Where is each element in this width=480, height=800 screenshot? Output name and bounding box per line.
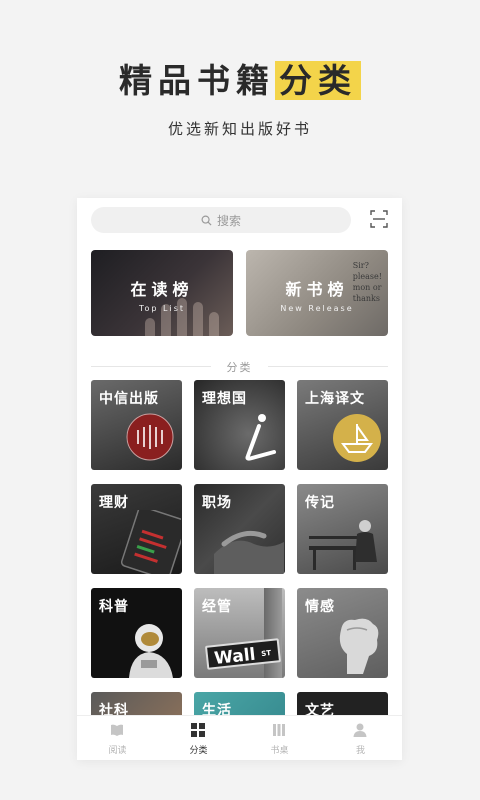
category-tile-emotion[interactable]: 情感 <box>297 588 388 678</box>
hero-subtitle: 优选新知出版好书 <box>167 120 312 138</box>
section-divider: 分类 <box>91 359 388 374</box>
tab-label: 阅读 <box>108 746 127 756</box>
citic-logo-icon <box>126 413 174 461</box>
category-tile-career[interactable]: 职场 <box>194 484 285 574</box>
bookshelf-icon <box>273 724 285 736</box>
hand-shape <box>209 312 219 336</box>
fist-icon <box>339 618 379 674</box>
hero-title: 精品书籍 分类 <box>0 54 480 102</box>
bench-figure-icon <box>309 520 377 570</box>
category-tile-yiwen[interactable]: 上海译文 <box>297 380 388 470</box>
category-label: 情感 <box>305 599 335 615</box>
banner-new-release[interactable]: Sir? please! mon or thanks 新书榜 New Relea… <box>246 250 388 336</box>
grid-icon <box>191 723 205 737</box>
stock-chart-icon <box>121 510 181 574</box>
category-label: 中信出版 <box>99 391 159 407</box>
bottom-tab-bar: 阅读 分类 书桌 我 <box>77 715 402 760</box>
search-icon <box>201 215 212 226</box>
person-icon <box>353 723 367 737</box>
search-placeholder: 搜索 <box>216 213 241 228</box>
tab-label: 书桌 <box>270 746 289 756</box>
wall-street-sign: Wall ST <box>204 638 282 670</box>
tab-label: 我 <box>355 746 365 756</box>
tab-me[interactable]: 我 <box>320 716 401 760</box>
hero-section: 精品书籍 分类 优选新知出版好书 <box>0 0 480 200</box>
category-tile-lixiangguo[interactable]: 理想国 <box>194 380 285 470</box>
category-label: 理想国 <box>202 391 247 407</box>
category-label: 上海译文 <box>305 391 365 407</box>
hero-title-highlight: 分类 <box>275 61 361 100</box>
section-label: 分类 <box>226 361 253 374</box>
scan-icon[interactable] <box>370 210 388 228</box>
banner-subtitle: New Release <box>280 304 354 313</box>
category-label: 传记 <box>305 495 335 511</box>
astronaut-icon <box>129 624 173 678</box>
handshake-icon <box>214 530 284 574</box>
book-icon <box>111 724 123 736</box>
category-label: 经管 <box>202 599 232 615</box>
category-tile-science[interactable]: 科普 <box>91 588 182 678</box>
boat-logo-icon <box>333 414 381 462</box>
hero-title-main: 精品书籍 <box>119 61 275 100</box>
banner-subtitle: Top List <box>138 304 186 313</box>
banner-title: 在读榜 <box>130 280 194 299</box>
hand-shape <box>145 318 155 336</box>
banner-title: 新书榜 <box>285 280 349 299</box>
tab-reading[interactable]: 阅读 <box>77 716 158 760</box>
category-tile-finance[interactable]: 理财 <box>91 484 182 574</box>
italic-i-icon <box>245 414 276 461</box>
tab-category[interactable]: 分类 <box>158 716 239 760</box>
category-label: 理财 <box>99 495 129 511</box>
search-input[interactable]: 搜索 <box>91 207 351 233</box>
category-label: 职场 <box>202 495 232 511</box>
category-label: 科普 <box>99 599 129 615</box>
search-row: 搜索 <box>77 198 402 242</box>
category-tile-biography[interactable]: 传记 <box>297 484 388 574</box>
category-tile-citic[interactable]: 中信出版 <box>91 380 182 470</box>
phone-screen: 搜索 在读榜 Top List Sir? please! mon or than… <box>77 198 402 760</box>
tab-bookshelf[interactable]: 书桌 <box>239 716 320 760</box>
category-tile-management[interactable]: Wall ST 经管 <box>194 588 285 678</box>
tab-label: 分类 <box>189 746 208 756</box>
banner-top-list[interactable]: 在读榜 Top List <box>91 250 233 336</box>
